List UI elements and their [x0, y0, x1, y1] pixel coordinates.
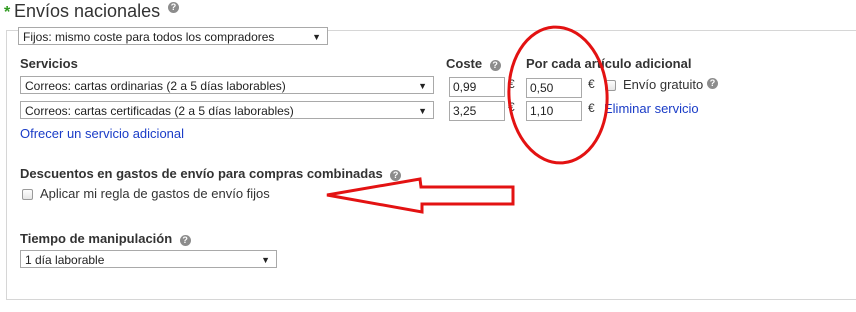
red-ellipse-annotation-icon [326, 25, 609, 214]
annotation-ellipse [507, 25, 609, 165]
red-arrow-annotation-icon [326, 177, 515, 214]
